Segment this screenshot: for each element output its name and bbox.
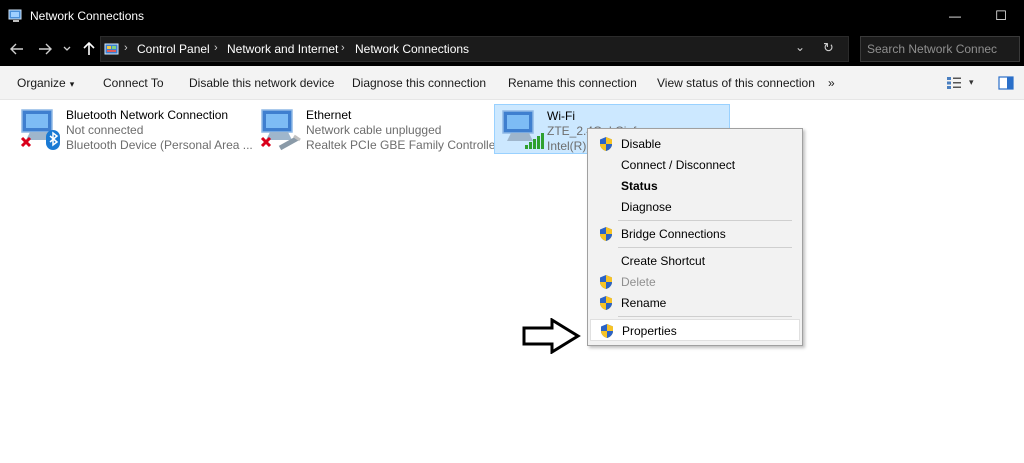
menu-item-label: Diagnose [621, 200, 672, 214]
view-options-caret-icon[interactable]: ▾ [969, 77, 974, 88]
ethernet-adapter-icon [260, 109, 301, 151]
menu-item-connect-disconnect[interactable]: Connect / Disconnect [590, 154, 800, 176]
uac-shield-icon [600, 137, 612, 151]
minimize-icon: — [949, 9, 961, 23]
connection-name: Wi-Fi [547, 109, 575, 123]
wifi-adapter-icon [502, 110, 544, 149]
connection-device: Bluetooth Device (Personal Area ... [66, 138, 253, 152]
uac-shield-icon [600, 227, 612, 241]
menu-item-delete: Delete [590, 271, 800, 293]
menu-separator [618, 316, 792, 317]
title-bar: Network Connections — ☐ [0, 0, 1024, 32]
rename-connection-button[interactable]: Rename this connection [508, 76, 637, 90]
organize-menu[interactable]: Organize ▾ [17, 76, 74, 90]
menu-item-label: Bridge Connections [621, 227, 726, 241]
control-panel-icon [104, 43, 119, 55]
organize-label: Organize [17, 76, 66, 90]
menu-item-label: Connect / Disconnect [621, 158, 736, 172]
back-button[interactable] [8, 40, 26, 58]
breadcrumb-separator[interactable]: › [214, 42, 218, 54]
preview-pane-icon[interactable] [998, 76, 1014, 90]
menu-item-label: Rename [621, 296, 667, 310]
connection-device: Intel(R) [547, 139, 587, 153]
connection-name: Ethernet [306, 108, 352, 122]
menu-item-label: Disable [621, 137, 662, 151]
up-button[interactable] [80, 40, 98, 58]
forward-button[interactable] [36, 40, 54, 58]
menu-item-properties[interactable]: Properties [590, 319, 800, 341]
forward-arrow-icon [39, 43, 52, 55]
maximize-button[interactable]: ☐ [978, 0, 1024, 32]
menu-item-create-shortcut[interactable]: Create Shortcut [590, 250, 800, 272]
menu-item-disable[interactable]: Disable [590, 133, 800, 155]
menu-item-bridge-connections[interactable]: Bridge Connections [590, 223, 800, 245]
menu-item-status[interactable]: Status [590, 175, 800, 197]
window-title: Network Connections [30, 9, 145, 23]
minimize-button[interactable]: — [932, 0, 978, 32]
breadcrumb-separator: › [124, 42, 128, 54]
up-arrow-icon [83, 42, 95, 55]
search-box[interactable] [860, 36, 1020, 62]
menu-separator [618, 220, 792, 221]
recent-locations-button[interactable] [60, 40, 74, 58]
address-bar[interactable]: › Control Panel › Network and Internet ›… [100, 36, 849, 62]
menu-item-rename[interactable]: Rename [590, 292, 800, 314]
search-input[interactable] [867, 38, 997, 60]
connect-to-button[interactable]: Connect To [103, 76, 164, 90]
connection-item-bluetooth[interactable]: Bluetooth Network Connection Not connect… [14, 104, 253, 154]
connection-status: Network cable unplugged [306, 123, 442, 137]
diagnose-connection-button[interactable]: Diagnose this connection [352, 76, 486, 90]
address-row: › Control Panel › Network and Internet ›… [0, 32, 1024, 66]
view-status-button[interactable]: View status of this connection [657, 76, 815, 90]
menu-item-label: Properties [622, 324, 677, 338]
menu-item-diagnose[interactable]: Diagnose [590, 196, 800, 218]
organize-caret-icon: ▾ [69, 79, 75, 89]
uac-shield-icon [600, 296, 612, 310]
network-connections-app-icon [8, 9, 22, 22]
uac-shield-icon [600, 275, 612, 289]
refresh-icon[interactable]: ↻ [823, 40, 834, 56]
breadcrumb-network-connections[interactable]: Network Connections [355, 42, 469, 56]
disable-device-button[interactable]: Disable this network device [189, 76, 334, 90]
breadcrumb-network-and-internet[interactable]: Network and Internet [227, 42, 338, 56]
more-commands-button[interactable]: » [828, 76, 835, 90]
connection-item-ethernet[interactable]: Ethernet Network cable unplugged Realtek… [254, 104, 499, 154]
recent-locations-chevron-icon [63, 46, 71, 51]
bluetooth-network-adapter-icon [20, 109, 60, 150]
back-arrow-icon [10, 43, 23, 55]
pointer-arrow-icon [522, 318, 581, 354]
menu-item-label: Create Shortcut [621, 254, 706, 268]
menu-separator [618, 247, 792, 248]
context-menu: Disable Connect / Disconnect Status Diag… [587, 128, 803, 346]
breadcrumb-control-panel[interactable]: Control Panel [137, 42, 210, 56]
address-history-dropdown-icon[interactable]: ⌄ [795, 40, 805, 54]
change-view-icon[interactable] [946, 76, 962, 90]
connection-status: Not connected [66, 123, 144, 137]
uac-shield-icon [601, 324, 613, 338]
menu-item-label: Delete [621, 275, 656, 289]
breadcrumb-separator[interactable]: › [341, 42, 345, 54]
connection-name: Bluetooth Network Connection [66, 108, 229, 122]
menu-item-label: Status [621, 179, 658, 193]
maximize-icon: ☐ [995, 8, 1007, 23]
connection-device: Realtek PCIe GBE Family Controller [306, 138, 500, 152]
command-bar: Organize ▾ Connect To Disable this networ… [0, 66, 1024, 100]
